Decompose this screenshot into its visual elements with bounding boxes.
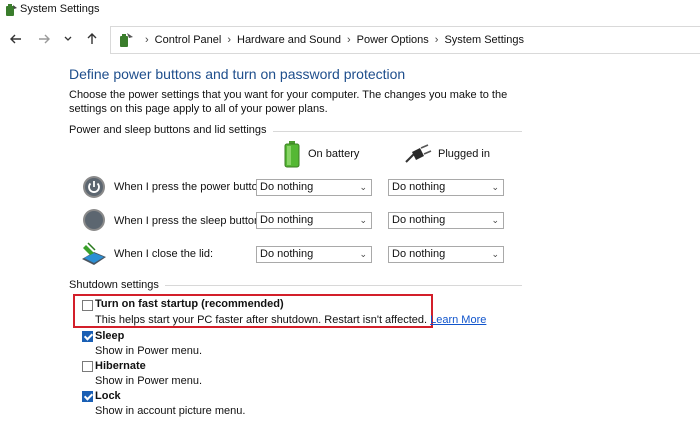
breadcrumb-separator: › <box>145 34 149 46</box>
breadcrumb-separator: › <box>346 34 351 46</box>
sleep-option-description: Show in Power menu. <box>95 345 202 357</box>
power-button-icon <box>83 176 105 198</box>
select-value: Do nothing <box>260 181 314 193</box>
plugged-column-header: Plugged in <box>404 144 490 164</box>
recent-locations-button[interactable] <box>58 29 78 49</box>
battery-icon <box>284 141 300 168</box>
sleep-button-plugged-select[interactable]: Do nothing ⌄ <box>388 212 504 229</box>
fast-startup-desc-text: This helps start your PC faster after sh… <box>95 314 428 326</box>
breadcrumb: › Control Panel › Hardware and Sound › P… <box>139 27 524 53</box>
select-value: Do nothing <box>392 214 446 226</box>
chevron-down-icon: ⌄ <box>359 182 367 192</box>
chevron-down-icon: ⌄ <box>359 249 367 259</box>
window-title: System Settings <box>20 3 100 15</box>
page-intro: Choose the power settings that you want … <box>69 89 508 115</box>
breadcrumb-power-options[interactable]: Power Options <box>357 34 429 46</box>
lock-option-title: Lock <box>95 390 121 402</box>
breadcrumb-control-panel[interactable]: Control Panel <box>155 34 222 46</box>
select-value: Do nothing <box>392 248 446 260</box>
plug-icon <box>405 144 432 163</box>
shutdown-section-label: Shutdown settings <box>69 279 165 291</box>
power-options-icon <box>6 4 17 16</box>
arrow-right-icon <box>39 34 50 44</box>
breadcrumb-separator: › <box>227 34 231 46</box>
chevron-down-icon: ⌄ <box>491 249 499 259</box>
breadcrumb-system-settings[interactable]: System Settings <box>444 34 523 46</box>
fast-startup-description: This helps start your PC faster after sh… <box>95 314 486 326</box>
navigation-bar: › Control Panel › Hardware and Sound › P… <box>0 20 700 58</box>
breadcrumb-hardware-and-sound[interactable]: Hardware and Sound <box>237 34 341 46</box>
select-value: Do nothing <box>260 248 314 260</box>
power-options-icon <box>120 33 133 47</box>
title-bar: System Settings <box>0 0 700 20</box>
back-button[interactable] <box>6 29 26 49</box>
fast-startup-checkbox[interactable] <box>82 300 93 311</box>
hibernate-option-description: Show in Power menu. <box>95 375 202 387</box>
breadcrumb-separator: › <box>434 34 439 46</box>
sleep-button-label: When I press the sleep button: <box>114 215 264 227</box>
sleep-button-icon <box>83 209 105 231</box>
hibernate-checkbox[interactable] <box>82 361 93 372</box>
power-section-label: Power and sleep buttons and lid settings <box>69 124 273 136</box>
lid-close-battery-select[interactable]: Do nothing ⌄ <box>256 246 372 263</box>
hibernate-option-title: Hibernate <box>95 360 146 372</box>
sleep-option-title: Sleep <box>95 330 125 342</box>
chevron-down-icon: ⌄ <box>491 215 499 225</box>
laptop-lid-icon <box>82 242 106 265</box>
chevron-down-icon <box>64 36 72 41</box>
learn-more-link[interactable]: Learn More <box>430 314 486 326</box>
battery-column-label: On battery <box>308 148 360 160</box>
page-title: Define power buttons and turn on passwor… <box>69 66 406 82</box>
chevron-down-icon: ⌄ <box>359 215 367 225</box>
lid-close-plugged-select[interactable]: Do nothing ⌄ <box>388 246 504 263</box>
arrow-left-icon <box>10 34 21 44</box>
lid-close-label: When I close the lid: <box>114 248 214 260</box>
sleep-checkbox[interactable] <box>82 331 93 342</box>
arrow-up-icon <box>87 33 97 44</box>
power-button-plugged-select[interactable]: Do nothing ⌄ <box>388 179 504 196</box>
power-button-label: When I press the power button: <box>114 181 267 193</box>
sleep-button-battery-select[interactable]: Do nothing ⌄ <box>256 212 372 229</box>
up-button[interactable] <box>82 29 102 49</box>
lock-option-description: Show in account picture menu. <box>95 405 246 417</box>
address-bar[interactable]: › Control Panel › Hardware and Sound › P… <box>110 26 700 54</box>
battery-column-header: On battery <box>282 140 359 168</box>
select-value: Do nothing <box>260 214 314 226</box>
power-button-battery-select[interactable]: Do nothing ⌄ <box>256 179 372 196</box>
lock-checkbox[interactable] <box>82 391 93 402</box>
chevron-down-icon: ⌄ <box>491 182 499 192</box>
fast-startup-title: Turn on fast startup (recommended) <box>95 298 284 310</box>
forward-button[interactable] <box>34 29 54 49</box>
plugged-column-label: Plugged in <box>438 148 490 160</box>
select-value: Do nothing <box>392 181 446 193</box>
